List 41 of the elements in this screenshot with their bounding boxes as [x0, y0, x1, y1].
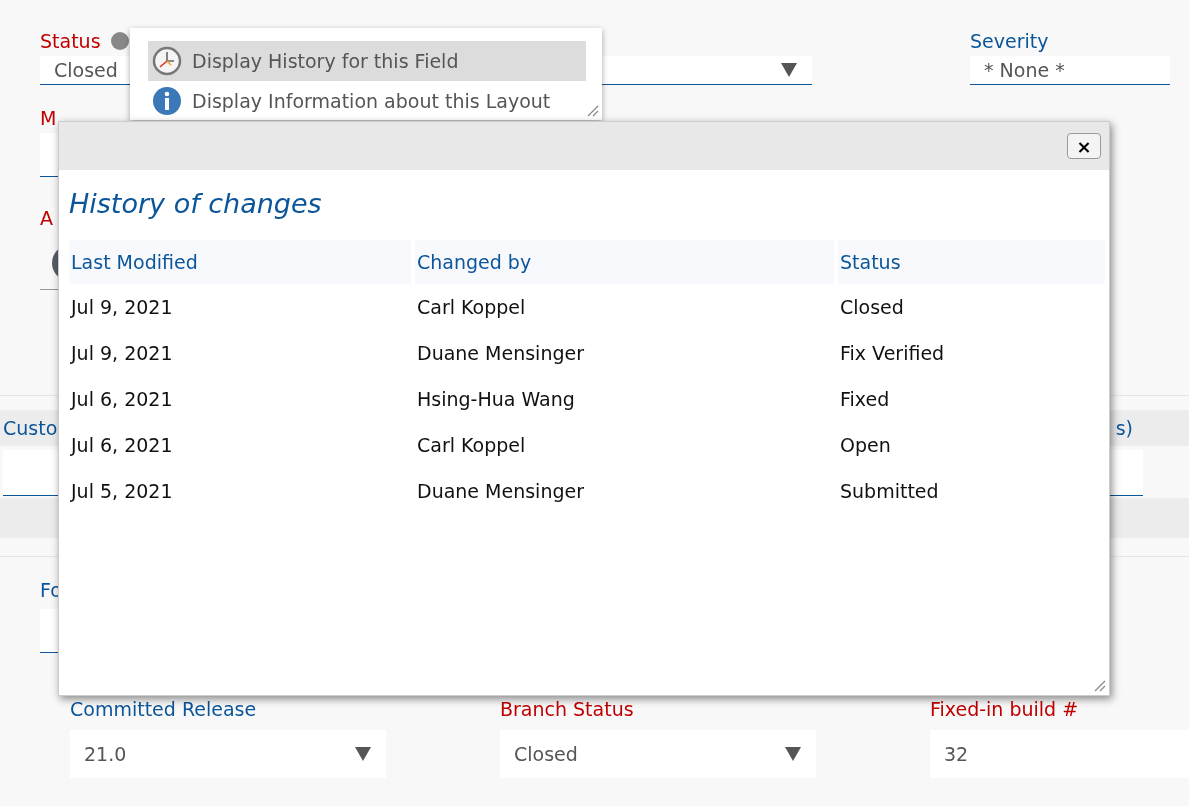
clock-icon — [152, 46, 182, 76]
field-label: M — [40, 107, 57, 129]
resize-grip-icon[interactable] — [1094, 680, 1106, 692]
table-cell-text: Fixed — [839, 387, 891, 412]
dropdown[interactable]: 21.0 — [70, 730, 386, 778]
table-cell-text: Jul 9, 2021 — [69, 295, 174, 320]
table-cell-text: Jul 6, 2021 — [69, 387, 174, 412]
close-button[interactable]: × — [1067, 133, 1101, 159]
field-label: Branch Status — [500, 698, 634, 720]
table-cell-text: Jul 9, 2021 — [69, 341, 174, 366]
section-label: s) — [1115, 417, 1133, 439]
dialog-title: History of changes — [68, 187, 323, 221]
table-cell-text: Hsing-Hua Wang — [416, 387, 576, 412]
table-cell-text: Fix Verified — [839, 341, 946, 366]
table-cell-text: Duane Mensinger — [416, 341, 585, 366]
menu-item[interactable]: Display Information about this Layout — [148, 81, 586, 121]
caret-icon — [784, 746, 802, 762]
field-label: Committed Release — [70, 698, 257, 720]
caret-icon — [354, 746, 372, 762]
table-cell-text: Jul 6, 2021 — [69, 433, 174, 458]
field-label: Fixed-in build # — [930, 698, 1079, 720]
field-label: Severity — [970, 30, 1049, 52]
column-header[interactable]: Status — [838, 240, 1109, 284]
dropdown[interactable]: Closed — [500, 730, 816, 778]
section-label: Custo — [3, 417, 58, 439]
info-icon[interactable] — [110, 32, 129, 50]
table-cell-text: Jul 5, 2021 — [69, 479, 174, 504]
table-cell-text: Closed — [839, 295, 905, 320]
resize-grip-icon[interactable] — [587, 105, 599, 117]
info-icon — [152, 86, 182, 116]
field-label: A — [40, 207, 53, 229]
table-cell-text: Submitted — [839, 479, 940, 504]
table-cell-text: Carl Koppel — [416, 433, 527, 458]
table-cell-text: Open — [839, 433, 892, 458]
severity-field[interactable]: * None * — [970, 56, 1170, 85]
field-label: Status — [40, 30, 101, 52]
table-cell-text: Carl Koppel — [416, 295, 527, 320]
menu-item[interactable]: Display History for this Field — [148, 41, 586, 81]
input-field[interactable]: 32 — [930, 730, 1189, 778]
table-cell-text: Duane Mensinger — [416, 479, 585, 504]
caret-icon — [780, 62, 798, 78]
